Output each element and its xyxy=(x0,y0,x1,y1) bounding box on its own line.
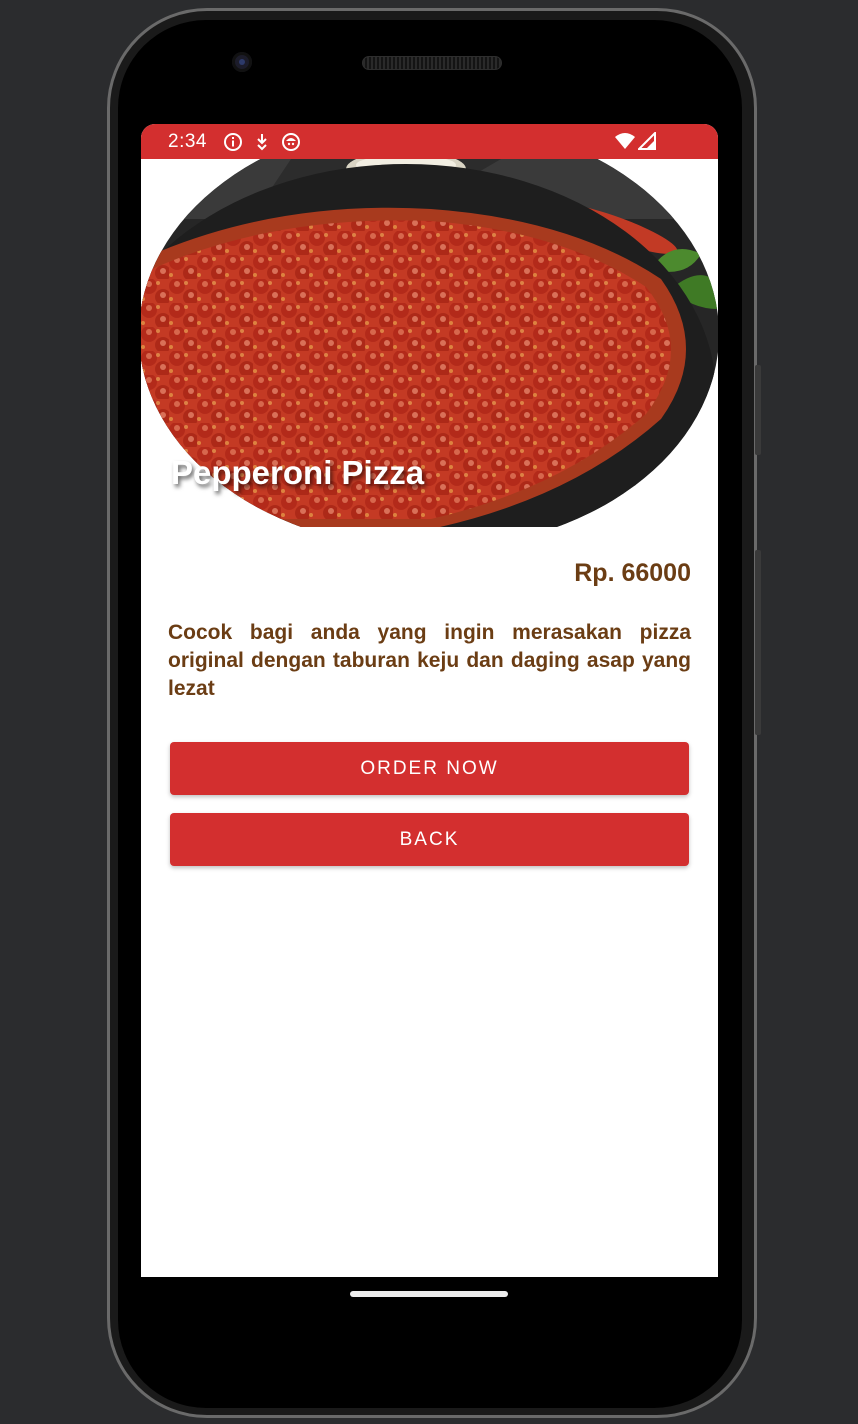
wifi-icon xyxy=(615,133,635,149)
order-now-button[interactable]: ORDER NOW xyxy=(170,742,689,795)
info-icon xyxy=(223,132,242,151)
product-description: Cocok bagi anda yang ingin merasakan piz… xyxy=(168,621,691,700)
status-icons-right xyxy=(614,132,656,150)
emulator-frame: 2:34 Pepperoni Pizza Rp. 66000 Cocok bag… xyxy=(0,0,858,1424)
gesture-nav-handle[interactable] xyxy=(350,1291,508,1297)
status-bar: 2:34 xyxy=(141,124,718,159)
front-camera xyxy=(232,52,252,72)
back-button[interactable]: BACK xyxy=(170,813,689,866)
cellular-signal-icon xyxy=(638,132,656,150)
product-image: Pepperoni Pizza xyxy=(141,159,718,527)
earpiece-speaker xyxy=(362,56,502,70)
product-price: Rp. 66000 xyxy=(574,559,691,587)
product-name: Pepperoni Pizza xyxy=(171,454,425,491)
power-button xyxy=(755,365,761,455)
app-notification-icon xyxy=(281,132,300,151)
download-icon xyxy=(257,133,267,150)
volume-button xyxy=(755,550,761,735)
app-screen: 2:34 Pepperoni Pizza Rp. 66000 Cocok bag… xyxy=(141,124,718,1277)
status-time: 2:34 xyxy=(168,130,207,152)
status-icons-left xyxy=(223,132,301,152)
